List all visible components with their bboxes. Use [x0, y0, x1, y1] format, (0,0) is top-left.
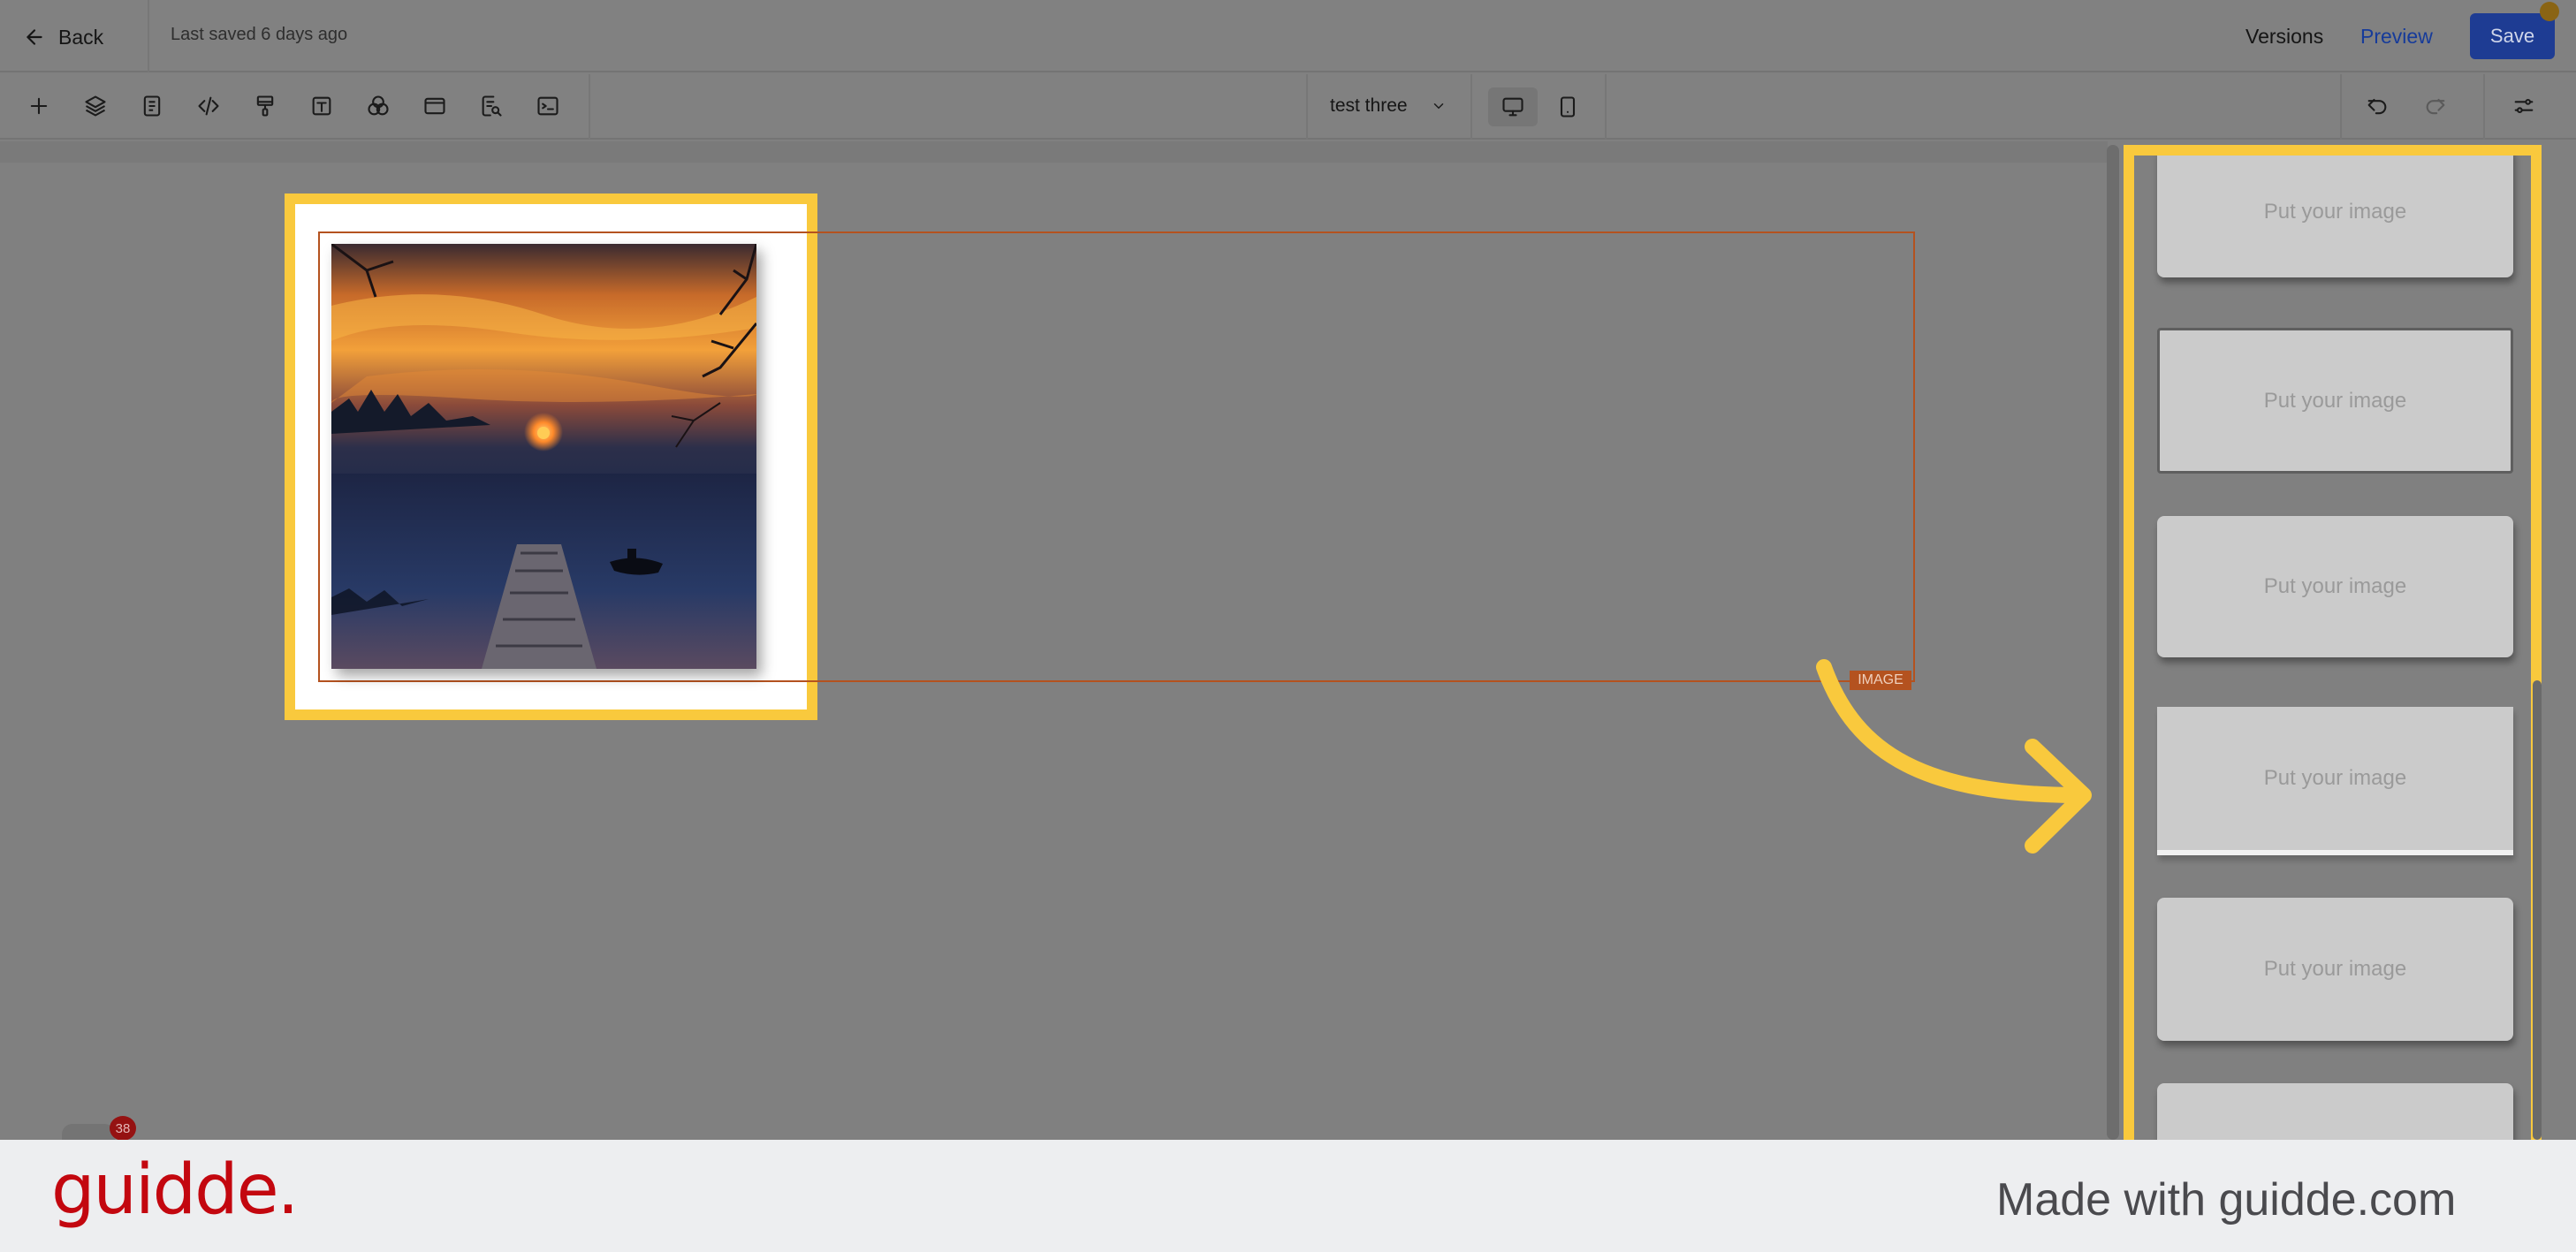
template-label: Put your image [2263, 574, 2407, 598]
divider [1306, 74, 1308, 140]
divider [148, 0, 149, 72]
divider [1605, 74, 1607, 140]
window-icon [424, 97, 445, 115]
template-card[interactable] [2157, 1083, 2513, 1140]
template-card[interactable]: Put your image [2157, 328, 2513, 474]
divider [1470, 74, 1472, 140]
arrow-left-icon [27, 29, 42, 45]
template-label: Put your image [2263, 957, 2407, 981]
window-button[interactable] [415, 87, 454, 125]
preview-button[interactable]: Preview [2360, 25, 2433, 49]
add-button[interactable] [19, 87, 58, 125]
terminal-button[interactable] [528, 87, 567, 125]
seo-button[interactable] [472, 87, 511, 125]
sliders-icon [2514, 98, 2534, 114]
desktop-view-button[interactable] [1488, 87, 1538, 126]
mobile-icon [1560, 96, 1576, 118]
sunset-lake-image[interactable] [331, 244, 756, 669]
layers-icon [85, 95, 106, 117]
mobile-view-button[interactable] [1548, 87, 1587, 126]
template-card[interactable]: Put your image [2157, 156, 2513, 277]
notification-badge: 38 [110, 1116, 136, 1141]
template-label: Put your image [2263, 766, 2407, 790]
pages-button[interactable] [133, 87, 171, 125]
template-label: Put your image [2263, 200, 2407, 224]
search-doc-icon [482, 95, 502, 117]
panel-scrollbar-track[interactable] [2107, 145, 2119, 1140]
redo-icon [2426, 98, 2445, 115]
blend-button[interactable] [359, 87, 398, 125]
layers-button[interactable] [76, 87, 115, 125]
undo-button[interactable] [2358, 87, 2397, 125]
template-card[interactable]: Put your image [2157, 898, 2513, 1041]
notification-tab[interactable] [62, 1124, 115, 1142]
last-saved-text: Last saved 6 days ago [171, 25, 348, 44]
template-card[interactable]: Put your image [2157, 516, 2513, 657]
notification-dot [2540, 2, 2559, 21]
paint-icon [256, 95, 274, 117]
pointer-arrow-icon [1816, 659, 2092, 854]
code-icon [198, 96, 219, 116]
back-label: Back [58, 25, 104, 49]
code-button[interactable] [189, 87, 228, 125]
terminal-icon [537, 96, 559, 116]
template-label: Put your image [2263, 388, 2407, 413]
back-button[interactable]: Back [23, 18, 103, 57]
template-panel: Put your image Put your image Put your i… [2124, 145, 2542, 1140]
save-button[interactable]: Save [2470, 13, 2555, 59]
redo-button[interactable] [2416, 87, 2455, 125]
made-with-text: Made with guidde.com [1996, 1174, 2457, 1225]
add-icon [30, 97, 48, 115]
page-selector[interactable]: test three [1330, 95, 1447, 117]
style-button[interactable] [246, 87, 285, 125]
app-root: Back Last saved 6 days ago Versions Prev… [0, 0, 2576, 1252]
versions-button[interactable]: Versions [2245, 25, 2323, 49]
undo-icon [2367, 98, 2387, 115]
desktop-icon [1502, 97, 1524, 117]
pages-icon [143, 95, 161, 117]
editor-toolbar: test three [0, 74, 2576, 140]
divider [2340, 74, 2342, 140]
divider [589, 74, 590, 140]
blend-icon [368, 95, 389, 116]
text-button[interactable] [302, 87, 341, 125]
panel-scrollbar-thumb[interactable] [2533, 680, 2542, 1140]
divider [2483, 74, 2485, 140]
canvas-top-strip [0, 141, 2108, 163]
guidde-logo: guidde. [51, 1150, 299, 1230]
settings-button[interactable] [2504, 87, 2543, 125]
text-icon [312, 96, 331, 116]
page-name: test three [1330, 95, 1408, 116]
chevron-down-icon [1433, 103, 1443, 110]
template-card[interactable]: Put your image [2157, 707, 2513, 855]
top-bar: Back Last saved 6 days ago Versions Prev… [0, 0, 2576, 72]
